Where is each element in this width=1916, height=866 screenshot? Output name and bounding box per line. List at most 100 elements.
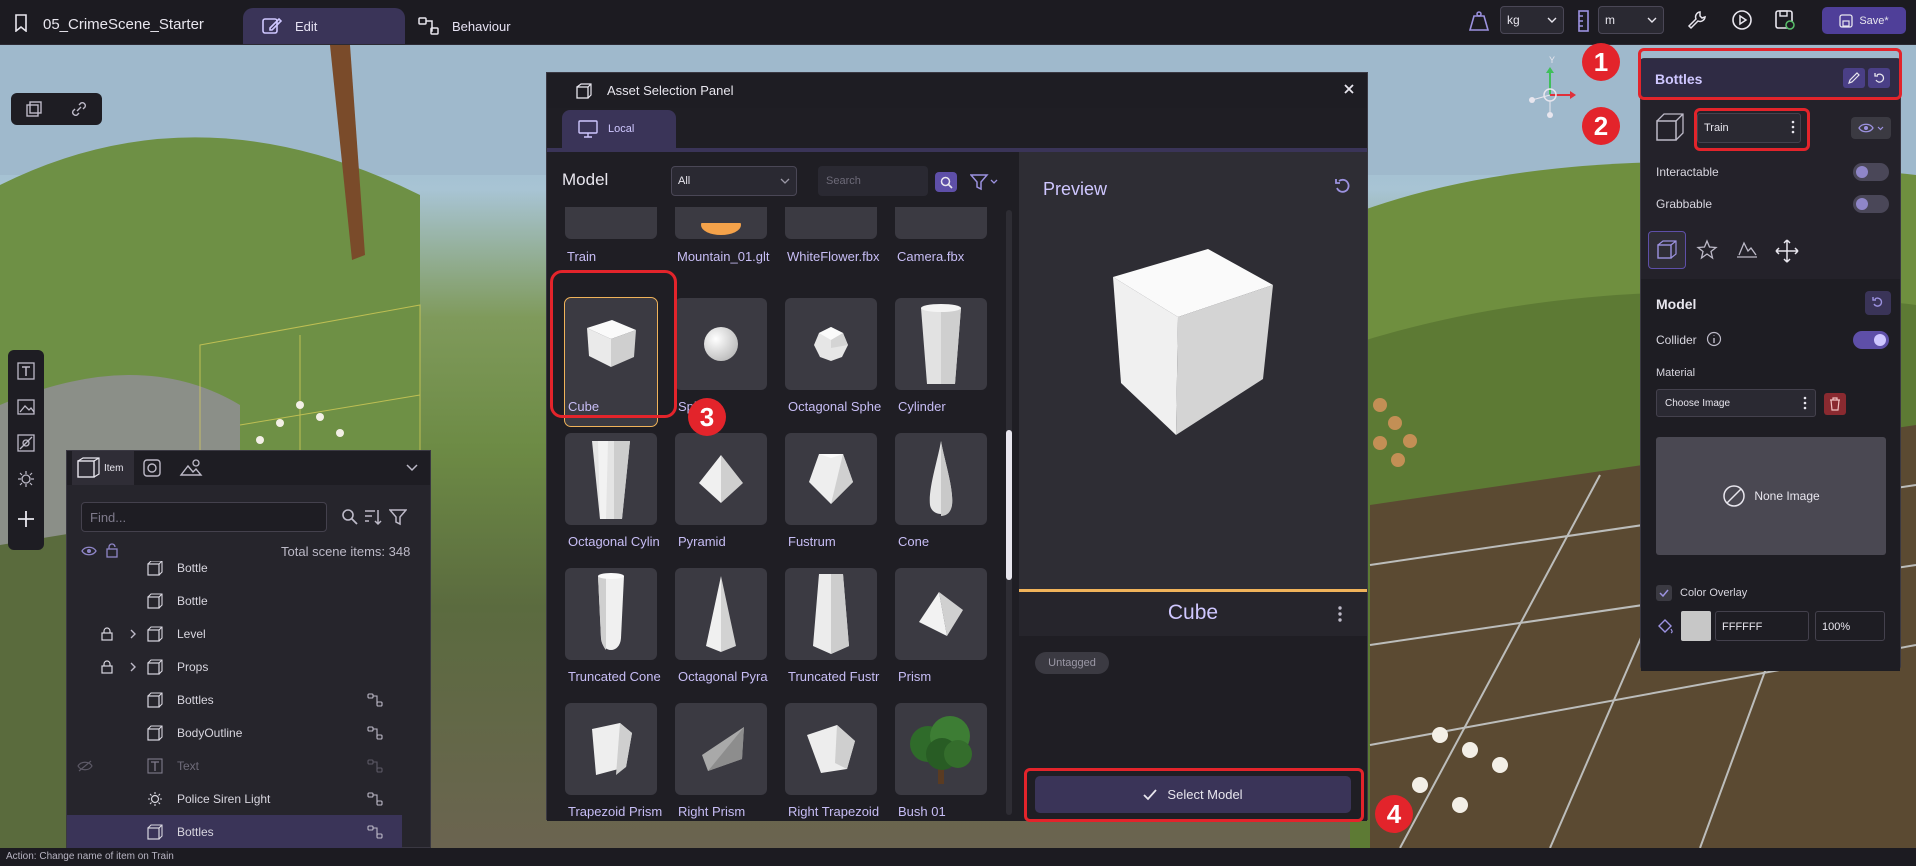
reset-icon[interactable]: [1333, 176, 1353, 196]
model-card-fustrum[interactable]: [785, 433, 877, 525]
opacity-input[interactable]: 100%: [1815, 611, 1885, 641]
tab-item[interactable]: Item: [72, 451, 134, 485]
model-card-truncated-cone[interactable]: [565, 568, 657, 660]
tab-model[interactable]: [1648, 231, 1686, 269]
more-options-icon[interactable]: [1803, 396, 1807, 410]
animation-tab-icon[interactable]: [1735, 239, 1759, 261]
scene-item-row[interactable]: Level: [67, 617, 402, 650]
environment-tab-icon[interactable]: [179, 457, 203, 479]
choose-image-field[interactable]: Choose Image: [1656, 389, 1816, 417]
reset-icon[interactable]: [1865, 291, 1891, 315]
bookmark-icon[interactable]: [14, 14, 28, 32]
hide-tool-icon[interactable]: [17, 434, 35, 452]
model-card-cylinder[interactable]: [895, 298, 987, 390]
text-tool-icon[interactable]: [17, 362, 35, 380]
chevron-down-icon: [1547, 17, 1557, 23]
wrench-icon[interactable]: [1682, 5, 1712, 35]
scene-item-row[interactable]: Props: [67, 650, 402, 683]
info-icon[interactable]: [1706, 331, 1722, 347]
sort-icon[interactable]: [363, 508, 383, 526]
interactable-toggle[interactable]: [1853, 163, 1889, 181]
model-search-input[interactable]: Search: [818, 166, 928, 196]
model-filter-select[interactable]: All: [671, 166, 797, 196]
tab-behaviour[interactable]: Behaviour: [418, 8, 558, 44]
tab-edit[interactable]: Edit: [243, 8, 405, 44]
color-swatch[interactable]: [1681, 611, 1711, 641]
length-unit-select[interactable]: m: [1598, 6, 1664, 34]
add-icon[interactable]: [17, 510, 35, 528]
scene-item-row[interactable]: Text: [67, 749, 402, 782]
physics-tab-icon[interactable]: [141, 457, 163, 479]
tab-local[interactable]: Local: [562, 110, 676, 148]
image-tool-icon[interactable]: [17, 398, 35, 416]
layers-icon[interactable]: [25, 100, 43, 118]
tag-chip[interactable]: Untagged: [1035, 652, 1109, 674]
model-card-octagonal-pyra[interactable]: [675, 568, 767, 660]
search-button[interactable]: [935, 172, 957, 192]
model-card-top[interactable]: [565, 207, 657, 239]
save-button[interactable]: Save*: [1822, 7, 1906, 34]
hidden-eye-icon[interactable]: [77, 760, 93, 772]
scene-item-row[interactable]: Police Siren Light: [67, 782, 402, 815]
tab-local-label: Local: [608, 123, 635, 135]
model-label: WhiteFlower.fbx: [787, 249, 880, 264]
link-icon[interactable]: [70, 100, 88, 118]
filter-icon[interactable]: [389, 508, 407, 526]
model-card-truncated-fustr[interactable]: [785, 568, 877, 660]
paint-bucket-icon[interactable]: [1656, 617, 1674, 635]
chevron-down-icon[interactable]: [406, 464, 418, 472]
image-drop-area[interactable]: None Image: [1656, 437, 1886, 555]
grabbable-toggle[interactable]: [1853, 195, 1889, 213]
model-card-bush-01[interactable]: [895, 703, 987, 795]
scene-item-row[interactable]: Bottles: [67, 815, 402, 848]
scene-item-row[interactable]: Bottle: [67, 584, 402, 617]
model-card-prism[interactable]: [895, 568, 987, 660]
model-card-octagonal-cylin[interactable]: [565, 433, 657, 525]
effects-tab-icon[interactable]: [1696, 239, 1718, 261]
behaviour-link-icon[interactable]: [367, 824, 383, 839]
model-card-octagonal-sphe[interactable]: [785, 298, 877, 390]
lock-column-icon[interactable]: [105, 543, 119, 558]
more-options-icon[interactable]: [1337, 605, 1343, 623]
collider-toggle[interactable]: [1853, 331, 1889, 349]
filter-icon[interactable]: [970, 173, 1000, 191]
behaviour-link-icon[interactable]: [367, 791, 383, 806]
save-check-icon[interactable]: [1770, 5, 1800, 35]
visibility-column-icon[interactable]: [81, 545, 97, 557]
behaviour-link-icon[interactable]: [367, 692, 383, 707]
color-hex-input[interactable]: FFFFFF: [1715, 611, 1809, 641]
lock-icon[interactable]: [101, 626, 113, 641]
color-overlay-checkbox[interactable]: [1656, 585, 1672, 601]
find-input[interactable]: Find...: [81, 502, 327, 532]
annotation-box-1: [1638, 48, 1902, 100]
mass-unit-select[interactable]: kg: [1500, 6, 1564, 34]
model-card-top[interactable]: [895, 207, 987, 239]
grid-scrollbar-thumb[interactable]: [1006, 430, 1012, 580]
chevron-right-icon[interactable]: [129, 629, 137, 639]
model-card-right-prism[interactable]: [675, 703, 767, 795]
model-card-cone[interactable]: [895, 433, 987, 525]
axis-gizmo[interactable]: Y: [1520, 55, 1590, 130]
visibility-dropdown[interactable]: [1851, 117, 1891, 139]
scene-item-row[interactable]: Bottle: [67, 561, 402, 584]
delete-icon[interactable]: [1824, 393, 1846, 415]
lock-icon[interactable]: [101, 659, 113, 674]
scene-item-row[interactable]: Bottles: [67, 683, 402, 716]
model-card-label: Truncated Cone: [568, 669, 661, 684]
model-card-right-trapezoid[interactable]: [785, 703, 877, 795]
chevron-right-icon[interactable]: [129, 662, 137, 672]
asset-panel-title: Asset Selection Panel: [607, 83, 734, 98]
behaviour-link-icon[interactable]: [367, 725, 383, 740]
play-icon[interactable]: [1727, 5, 1757, 35]
model-card-pyramid[interactable]: [675, 433, 767, 525]
move-tab-icon[interactable]: [1775, 239, 1799, 263]
behaviour-link-icon[interactable]: [367, 758, 383, 773]
model-card-trapezoid-prism[interactable]: [565, 703, 657, 795]
model-card-top[interactable]: [675, 207, 767, 239]
model-card-top[interactable]: [785, 207, 877, 239]
scene-item-row[interactable]: BodyOutline: [67, 716, 402, 749]
close-icon[interactable]: [1343, 83, 1355, 95]
light-tool-icon[interactable]: [17, 470, 35, 488]
model-card-sphere[interactable]: [675, 298, 767, 390]
search-icon[interactable]: [341, 508, 359, 526]
